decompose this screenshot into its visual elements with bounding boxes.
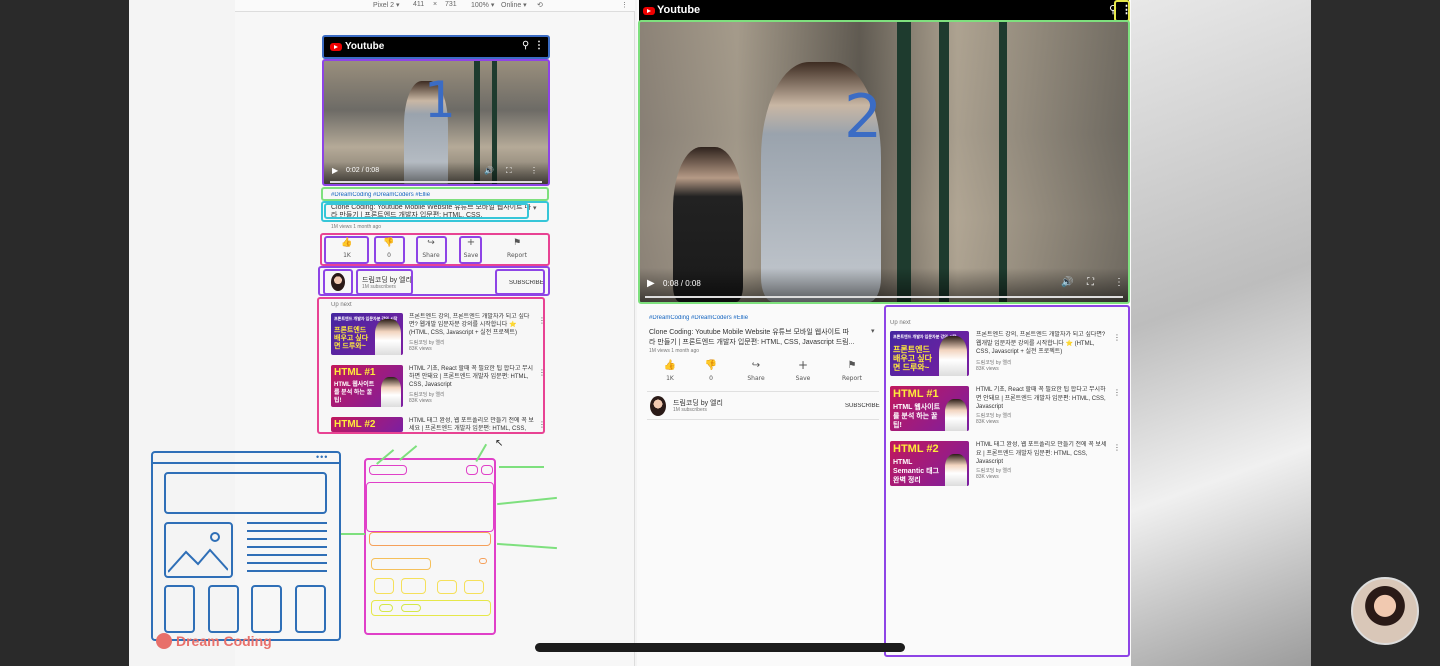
annotation-box-tags [321,187,549,201]
large-subscribe-button[interactable]: SUBSCRIBE [845,403,880,409]
dislike-count: 0 [387,252,391,259]
save-label: Save [795,375,811,382]
large-video-channel-3: 드림코딩 by 엘리 [976,468,1012,474]
dream-coding-logo-icon [156,633,172,649]
large-video-views-2: 83K views [976,419,999,425]
large-video-meta: 1M views 1 month ago [649,348,700,354]
large-video-title-2: HTML 기초, React 할때 꼭 필요한 팁 합다고 무시하면 안돼요 |… [976,387,1106,410]
left-letterbox [0,0,129,666]
save-label: Save [463,252,479,259]
more-menu-icon[interactable]: ⋮ [621,1,628,9]
small-video-title-3: HTML 태그 완성, 웹 포트폴리오 만들기 전에 꼭 보세요 | 프론트엔드… [409,418,534,432]
report-label: Report [842,375,862,382]
large-video-channel-2: 드림코딩 by 엘리 [976,413,1012,419]
share-label: Share [747,375,765,382]
screen: Pixel 2 ▾ 411 × 731 100% ▾ Online ▾ ⟲ ⋮ … [0,0,1440,666]
item-more-icon[interactable]: ⋮ [538,368,546,377]
youtube-logo-icon [643,7,655,15]
annotation-box-large-video [638,20,1130,304]
large-video-title-1: 프론트엔드 강의, 프론트엔드 개발자가 되고 싶다면? 웹개발 입문자분 강의… [976,332,1106,355]
small-subscribe-button[interactable]: SUBSCRIBE [509,280,544,286]
save-icon[interactable]: + [793,358,813,372]
window-dots-icon: ••• [316,452,329,462]
right-letterbox [1311,0,1440,666]
large-thumbnail-3[interactable]: HTML #2 HTML Semantic 태그 완벽 정리 [890,441,969,486]
like-count: 1K [343,252,351,259]
home-indicator[interactable] [535,643,905,652]
wireframe-card [164,585,195,633]
large-video-channel-1: 드림코딩 by 엘리 [976,360,1012,366]
dislike-icon[interactable]: 👎 [379,238,399,248]
like-icon[interactable]: 👍 [337,238,357,248]
small-thumbnail-3[interactable]: HTML #2 [331,417,403,432]
small-video-meta: 1M views 1 month ago [331,224,382,230]
rotate-icon[interactable]: ⟲ [537,1,543,9]
small-video-channel-2: 드림코딩 by 엘리 [409,392,445,398]
annotation-box-header [322,35,550,59]
divider [647,391,879,392]
brand-name: Youtube [657,4,701,16]
like-count: 1K [666,375,674,382]
share-icon[interactable]: ↪ [746,360,766,371]
expand-icon[interactable]: ▾ [871,327,875,335]
like-icon[interactable]: 👍 [660,360,680,371]
large-header: Youtube ⚲ ⋮ [639,0,1132,22]
dimension-separator: × [433,1,438,8]
share-label: Share [422,252,440,259]
dislike-icon[interactable]: 👎 [701,360,721,371]
network-select[interactable]: Online ▾ [501,1,527,9]
mouse-cursor-icon: ↖ [495,438,504,449]
device-height[interactable]: 731 [445,1,457,8]
presenter-webcam-avatar [1351,577,1419,645]
wireframe-header-block [164,472,327,514]
small-video-channel-1: 드림코딩 by 엘리 [409,340,445,346]
small-video-views-1: 83K views [409,346,432,352]
device-width[interactable]: 411 [413,1,424,8]
small-upnext-label: Up next [331,302,352,308]
large-thumbnail-2[interactable]: HTML #1 HTML 웹사이트를 분석 하는 꿀팁! [890,386,969,431]
dream-coding-logo: Dream Coding [156,633,272,649]
channel-avatar[interactable] [331,273,345,291]
report-icon[interactable]: ⚑ [507,238,527,248]
wireframe-image-icon [164,522,233,578]
large-upnext-label: Up next [890,320,911,326]
device-select[interactable]: Pixel 2 ▾ [373,1,399,9]
zoom-select[interactable]: 100% ▾ [471,1,494,9]
report-label: Report [507,252,527,259]
channel-avatar[interactable] [650,396,666,416]
large-title-line1: Clone Coding: Youtube Mobile Website 유튜브… [649,329,849,336]
annotation-box-title-inner [324,203,529,219]
annotation-box-header-icons [1114,0,1130,22]
divider [647,419,879,420]
small-thumbnail-2[interactable]: HTML #1 HTML 웹사이트를 분석 하는 꿀팁! [331,365,403,407]
report-icon[interactable]: ⚑ [842,360,862,371]
save-icon[interactable]: + [461,237,481,248]
item-more-icon[interactable]: ⋮ [1113,443,1121,452]
small-subscriber-count: 1M subscribers [362,284,396,290]
item-more-icon[interactable]: ⋮ [1113,333,1121,342]
small-video-views-2: 83K views [409,398,432,404]
wireframe-card [295,585,326,633]
small-video-title-2: HTML 기초, React 할때 꼭 필요한 팁 합다고 무시하면 안돼요 |… [409,366,534,388]
item-more-icon[interactable]: ⋮ [538,316,546,325]
item-more-icon[interactable]: ⋮ [1113,388,1121,397]
dislike-count: 0 [709,375,713,382]
wireframe-card [251,585,282,633]
small-thumbnail-1[interactable]: 프론트엔드 개발자 입문자분 강의 시작 프론트엔드 배우고 싶다면 드루와~ [331,313,403,355]
share-icon[interactable]: ↪ [421,238,441,248]
slide-background-texture [1129,0,1311,666]
item-more-icon[interactable]: ⋮ [538,420,546,429]
large-video-title-3: HTML 태그 완성, 웹 포트폴리오 만들기 전에 꼭 보세요 | 프론트엔드… [976,442,1107,465]
device-toolbar: Pixel 2 ▾ 411 × 731 100% ▾ Online ▾ ⟲ ⋮ [235,0,635,12]
large-thumbnail-1[interactable]: 프론트엔드 개발자 입문자분 강의 시작 프론트엔드 배우고 싶다면 드루와~ [890,331,969,376]
large-subscriber-count: 1M subscribers [673,407,707,413]
lecture-slide: Pixel 2 ▾ 411 × 731 100% ▾ Online ▾ ⟲ ⋮ … [129,0,1311,666]
wireframe-card [208,585,239,633]
annotation-box-video [322,59,550,186]
large-video-views-1: 83K views [976,366,999,372]
small-video-title-1: 프론트엔드 강의, 프론트엔드 개발자가 되고 싶다면? 웹개발 입문자분 강의… [409,314,530,336]
large-video-views-3: 83K views [976,474,999,480]
large-hashtags[interactable]: #DreamCoding #DreamCoders #Ellie [649,315,748,321]
large-title-line2: 라 만들기 | 프론트엔드 개발자 입문편: HTML, CSS, Javasc… [649,339,855,346]
